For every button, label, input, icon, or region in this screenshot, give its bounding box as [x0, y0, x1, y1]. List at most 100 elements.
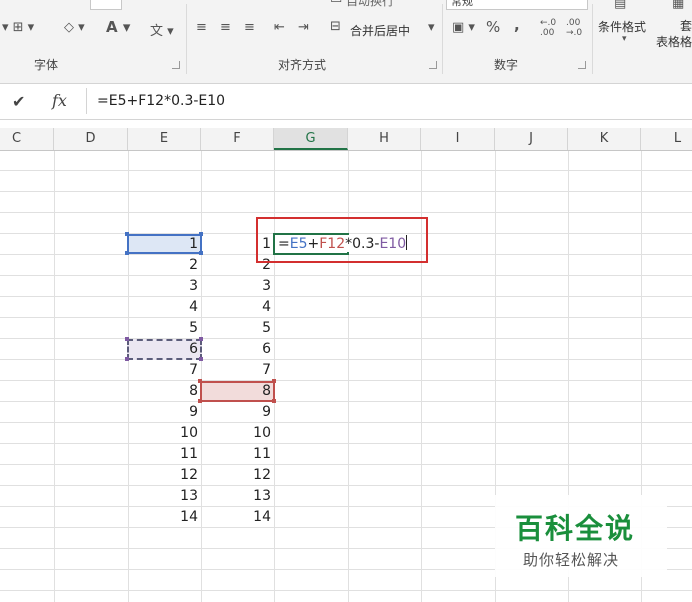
font-group-launcher[interactable]: [172, 61, 180, 69]
font-group-label: 字体: [34, 58, 59, 72]
grid-vline: [201, 151, 202, 602]
align-right-icon[interactable]: ≡: [244, 20, 255, 35]
ref-e10-handle[interactable]: [199, 337, 203, 341]
cell-e15[interactable]: 11: [138, 446, 198, 462]
format-as-table-icon: ▦: [672, 0, 685, 11]
format-as-table-button[interactable]: 套用 表格格式: [656, 18, 692, 50]
fill-color-icon[interactable]: ◇ ▾: [64, 20, 85, 35]
column-header-g[interactable]: G: [274, 128, 348, 150]
ref-f12-handle[interactable]: [198, 399, 202, 403]
grid-hline: [0, 212, 692, 213]
grid-hline: [0, 317, 692, 318]
merge-center-icon[interactable]: ⊟: [330, 19, 341, 34]
align-center-icon[interactable]: ≡: [220, 20, 231, 35]
cell-e12[interactable]: 8: [138, 383, 198, 399]
grid-hline: [0, 338, 692, 339]
column-header-h[interactable]: H: [348, 128, 421, 150]
cell-f8[interactable]: 4: [211, 299, 271, 315]
cell-e10[interactable]: 6: [138, 341, 198, 357]
column-header-k[interactable]: K: [568, 128, 641, 150]
grid-hline: [0, 170, 692, 171]
cell-e13[interactable]: 9: [138, 404, 198, 420]
number-group-launcher[interactable]: [578, 61, 586, 69]
ref-f12-handle[interactable]: [272, 379, 276, 383]
cell-e8[interactable]: 4: [138, 299, 198, 315]
confirm-icon[interactable]: ✔: [12, 92, 25, 111]
border-dropdown-icon[interactable]: ▾ ⊞ ▾: [2, 20, 34, 35]
cell-f13[interactable]: 9: [211, 404, 271, 420]
cell-e9[interactable]: 5: [138, 320, 198, 336]
percent-style-button[interactable]: %: [486, 18, 500, 36]
increase-decimal-icon[interactable]: ←.0 .00: [540, 18, 556, 38]
wrap-text-icon: ▭: [330, 0, 342, 7]
ref-e5-handle[interactable]: [199, 251, 203, 255]
decrease-indent-icon[interactable]: ⇤: [274, 20, 285, 35]
decrease-decimal-icon[interactable]: .00 →.0: [566, 18, 582, 38]
merge-center-button[interactable]: 合并后居中: [350, 22, 410, 39]
column-header-d[interactable]: D: [54, 128, 128, 150]
ref-e5-handle[interactable]: [125, 232, 129, 236]
align-group-launcher[interactable]: [429, 61, 437, 69]
grid-vline: [128, 151, 129, 602]
ref-e5-handle[interactable]: [199, 232, 203, 236]
increase-indent-icon[interactable]: ⇥: [298, 20, 309, 35]
grid-vline: [54, 151, 55, 602]
cell-f11[interactable]: 7: [211, 362, 271, 378]
font-color-icon[interactable]: A ▾: [106, 18, 130, 36]
grid-hline: [0, 590, 692, 591]
accounting-format-icon[interactable]: ▣ ▾: [452, 20, 475, 35]
column-headers: C D E F G H I J K L: [0, 128, 692, 151]
annotation-red-box: [256, 217, 428, 263]
grid-hline: [0, 296, 692, 297]
column-header-e[interactable]: E: [128, 128, 201, 150]
cell-f16[interactable]: 12: [211, 467, 271, 483]
ref-e10-handle[interactable]: [125, 357, 129, 361]
ref-e10-handle[interactable]: [199, 357, 203, 361]
grid-hline: [0, 401, 692, 402]
cell-f17[interactable]: 13: [211, 488, 271, 504]
formula-bar: ✔ fx =E5+F12*0.3-E10: [0, 84, 692, 120]
grid-hline: [0, 275, 692, 276]
formula-bar-divider: [86, 88, 87, 114]
column-header-i[interactable]: I: [421, 128, 495, 150]
merge-dropdown-icon[interactable]: ▾: [428, 20, 435, 35]
cell-f9[interactable]: 5: [211, 320, 271, 336]
cell-f14[interactable]: 10: [211, 425, 271, 441]
column-header-j[interactable]: J: [495, 128, 568, 150]
cell-e5[interactable]: 1: [138, 236, 198, 252]
wrap-text-button[interactable]: 自动换行: [346, 0, 394, 9]
number-format-combo[interactable]: 常规: [446, 0, 588, 10]
column-header-l[interactable]: L: [641, 128, 692, 150]
cell-e11[interactable]: 7: [138, 362, 198, 378]
cell-f10[interactable]: 6: [211, 341, 271, 357]
align-left-icon[interactable]: ≡: [196, 20, 207, 35]
cell-e18[interactable]: 14: [138, 509, 198, 525]
column-header-f[interactable]: F: [201, 128, 274, 150]
cell-f18[interactable]: 14: [211, 509, 271, 525]
cell-f12[interactable]: 8: [211, 383, 271, 399]
ref-f12-handle[interactable]: [272, 399, 276, 403]
ref-e10-handle[interactable]: [125, 337, 129, 341]
cell-e16[interactable]: 12: [138, 467, 198, 483]
cell-e14[interactable]: 10: [138, 425, 198, 441]
cell-f7[interactable]: 3: [211, 278, 271, 294]
ribbon: 常规 自动换行 ▭ ▾ ⊞ ▾ ◇ ▾ A ▾ 文 ▾ 字体 ≡ ≡ ≡ ⇤ ⇥…: [0, 0, 692, 84]
cell-e6[interactable]: 2: [138, 257, 198, 273]
comma-style-button[interactable]: ,: [514, 16, 520, 34]
ref-f12-handle[interactable]: [198, 379, 202, 383]
cell-e7[interactable]: 3: [138, 278, 198, 294]
conditional-format-button[interactable]: 条件格式: [598, 18, 646, 35]
font-size-combo[interactable]: [90, 0, 122, 10]
insert-function-icon[interactable]: fx: [52, 91, 67, 110]
conditional-format-dropdown-icon[interactable]: ▾: [622, 34, 627, 44]
cell-e17[interactable]: 13: [138, 488, 198, 504]
separator: [592, 4, 593, 74]
phonetic-guide-icon[interactable]: 文 ▾: [150, 20, 174, 39]
formula-input[interactable]: =E5+F12*0.3-E10: [97, 93, 225, 109]
column-header-c[interactable]: C: [0, 128, 54, 150]
cell-f15[interactable]: 11: [211, 446, 271, 462]
grid-hline: [0, 443, 692, 444]
grid-hline: [0, 380, 692, 381]
ref-e5-handle[interactable]: [125, 251, 129, 255]
grid-hline: [0, 485, 692, 486]
